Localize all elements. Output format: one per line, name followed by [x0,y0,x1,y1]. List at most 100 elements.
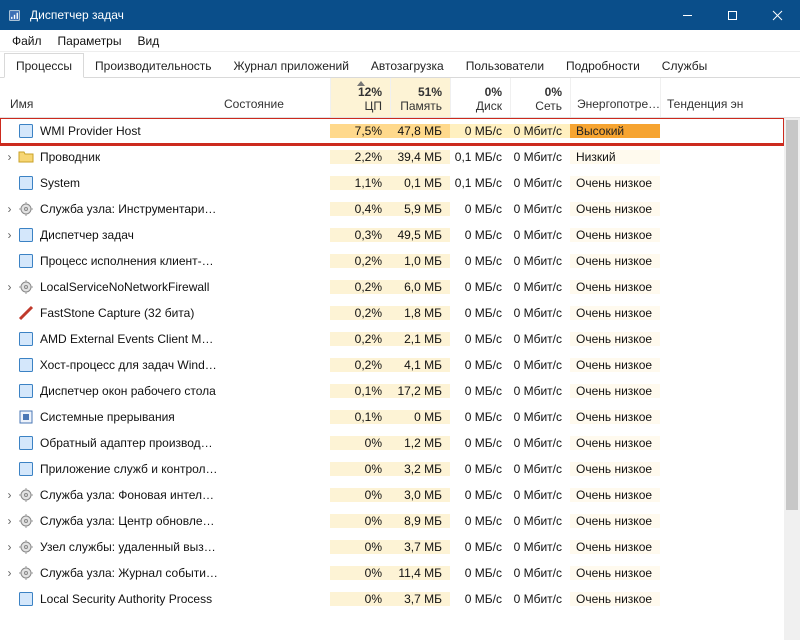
scrollbar-thumb[interactable] [786,120,798,510]
table-row[interactable]: Диспетчер окон рабочего стола0,1%17,2 МБ… [0,378,784,404]
process-name-cell: › Узел службы: удаленный выз… [0,539,220,555]
column-disk[interactable]: 0% Диск [450,78,510,117]
mem-label: Память [400,99,442,113]
close-button[interactable] [755,0,800,30]
process-name: Узел службы: удаленный выз… [40,540,216,554]
process-name: Local Security Authority Process [40,592,212,606]
process-icon [18,435,34,451]
mem-total: 51% [418,85,442,99]
table-row[interactable]: FastStone Capture (32 бита)0,2%1,8 МБ0 М… [0,300,784,326]
mem-cell: 3,7 МБ [390,540,450,554]
table-row[interactable]: ›LocalServiceNoNetworkFirewall0,2%6,0 МБ… [0,274,784,300]
table-row[interactable]: Local Security Authority Process0%3,7 МБ… [0,586,784,612]
process-name: WMI Provider Host [40,124,141,138]
cpu-cell: 0,4% [330,202,390,216]
disk-total: 0% [485,85,502,99]
mem-cell: 1,2 МБ [390,436,450,450]
table-row[interactable]: Процесс исполнения клиент-…0,2%1,0 МБ0 М… [0,248,784,274]
net-cell: 0 Мбит/с [510,306,570,320]
table-row[interactable]: Хост-процесс для задач Windo…0,2%4,1 МБ0… [0,352,784,378]
table-row[interactable]: ›Служба узла: Фоновая интелл…0%3,0 МБ0 М… [0,482,784,508]
process-name: Системные прерывания [40,410,175,424]
cpu-total: 12% [358,85,382,99]
net-cell: 0 Мбит/с [510,228,570,242]
expand-icon[interactable]: › [3,150,16,164]
net-cell: 0 Мбит/с [510,358,570,372]
disk-cell: 0 МБ/с [450,124,510,138]
process-name: Служба узла: Фоновая интелл… [40,488,220,502]
cpu-cell: 0% [330,488,390,502]
process-name: Диспетчер задач [40,228,134,242]
maximize-button[interactable] [710,0,755,30]
expand-icon[interactable]: › [3,280,16,294]
process-name-cell: AMD External Events Client Mo… [0,331,220,347]
process-name: Диспетчер окон рабочего стола [40,384,216,398]
process-name: AMD External Events Client Mo… [40,332,220,346]
disk-cell: 0,1 МБ/с [450,150,510,164]
column-network[interactable]: 0% Сеть [510,78,570,117]
expand-icon[interactable]: › [3,488,16,502]
disk-cell: 0 МБ/с [450,436,510,450]
table-row[interactable]: ›Служба узла: Инструментари…0,4%5,9 МБ0 … [0,196,784,222]
disk-cell: 0 МБ/с [450,332,510,346]
energy-cell: Очень низкое [570,254,660,268]
energy-cell: Очень низкое [570,566,660,580]
column-cpu[interactable]: 12% ЦП [330,78,390,117]
mem-cell: 47,8 МБ [390,124,450,138]
mem-cell: 2,1 МБ [390,332,450,346]
column-trend[interactable]: Тенденция эн [660,78,800,117]
menu-view[interactable]: Вид [129,31,167,51]
mem-cell: 1,8 МБ [390,306,450,320]
cpu-cell: 0% [330,436,390,450]
table-row[interactable]: ›Проводник2,2%39,4 МБ0,1 МБ/с0 Мбит/сНиз… [0,144,784,170]
table-row[interactable]: System1,1%0,1 МБ0,1 МБ/с0 Мбит/сОчень ни… [0,170,784,196]
process-icon [18,331,34,347]
tab-1[interactable]: Производительность [84,54,222,77]
expand-icon[interactable]: › [3,514,16,528]
energy-cell: Очень низкое [570,592,660,606]
cpu-cell: 0,1% [330,410,390,424]
process-icon [18,357,34,373]
tab-2[interactable]: Журнал приложений [223,54,360,77]
tab-5[interactable]: Подробности [555,54,651,77]
process-icon [18,201,34,217]
disk-cell: 0 МБ/с [450,254,510,268]
expand-icon[interactable]: › [3,540,16,554]
tab-4[interactable]: Пользователи [455,54,555,77]
table-row[interactable]: ›Диспетчер задач0,3%49,5 МБ0 МБ/с0 Мбит/… [0,222,784,248]
mem-cell: 39,4 МБ [390,150,450,164]
process-icon [18,539,34,555]
table-row[interactable]: WMI Provider Host7,5%47,8 МБ0 МБ/с0 Мбит… [0,118,784,144]
column-name[interactable]: Имя [0,78,220,117]
expand-icon[interactable]: › [3,202,16,216]
table-row[interactable]: ›Узел службы: удаленный выз…0%3,7 МБ0 МБ… [0,534,784,560]
disk-cell: 0 МБ/с [450,592,510,606]
table-row[interactable]: ›Служба узла: Центр обновлен…0%8,9 МБ0 М… [0,508,784,534]
process-table: WMI Provider Host7,5%47,8 МБ0 МБ/с0 Мбит… [0,118,800,640]
tab-3[interactable]: Автозагрузка [360,54,455,77]
scrollbar[interactable] [784,118,800,640]
tab-0[interactable]: Процессы [4,53,84,78]
menu-file[interactable]: Файл [4,31,50,51]
tab-6[interactable]: Службы [651,54,718,77]
table-row[interactable]: Приложение служб и контрол…0%3,2 МБ0 МБ/… [0,456,784,482]
table-row[interactable]: Системные прерывания0,1%0 МБ0 МБ/с0 Мбит… [0,404,784,430]
cpu-cell: 7,5% [330,124,390,138]
menubar: Файл Параметры Вид [0,30,800,52]
minimize-button[interactable] [665,0,710,30]
energy-cell: Очень низкое [570,436,660,450]
expand-icon[interactable]: › [3,228,16,242]
column-memory[interactable]: 51% Память [390,78,450,117]
menu-options[interactable]: Параметры [50,31,130,51]
expand-icon[interactable]: › [3,566,16,580]
process-icon [18,409,34,425]
energy-cell: Очень низкое [570,488,660,502]
column-status[interactable]: Состояние [220,78,330,117]
process-name: System [40,176,80,190]
mem-cell: 8,9 МБ [390,514,450,528]
table-row[interactable]: Обратный адаптер производ…0%1,2 МБ0 МБ/с… [0,430,784,456]
table-row[interactable]: ›Служба узла: Журнал событи…0%11,4 МБ0 М… [0,560,784,586]
column-energy[interactable]: Энергопотре… [570,78,660,117]
table-row[interactable]: AMD External Events Client Mo…0,2%2,1 МБ… [0,326,784,352]
process-name-cell: Приложение служб и контрол… [0,461,220,477]
